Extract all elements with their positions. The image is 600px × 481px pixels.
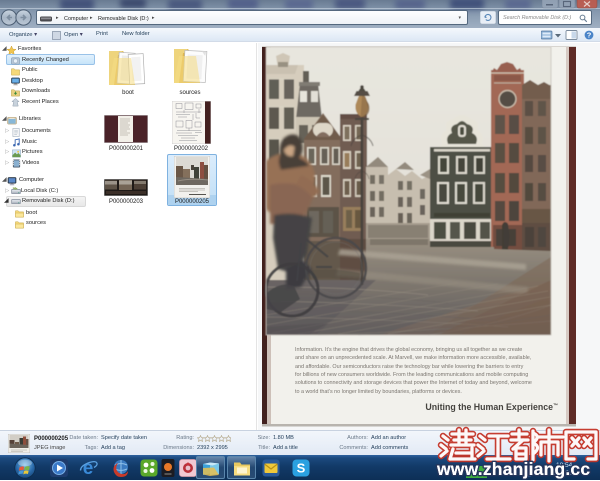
svg-text:S: S xyxy=(297,461,306,476)
svg-text:?: ? xyxy=(587,31,592,40)
svg-text:www.zhanjiang.cc: www.zhanjiang.cc xyxy=(436,459,590,479)
svg-text:e: e xyxy=(83,458,94,478)
